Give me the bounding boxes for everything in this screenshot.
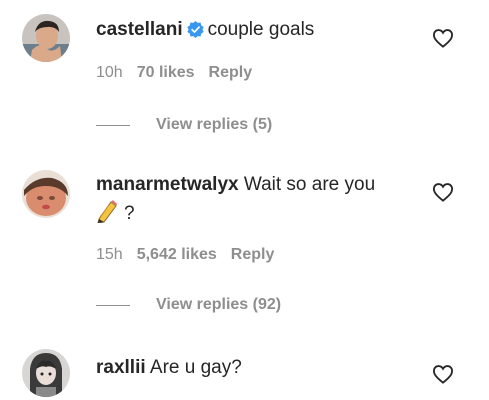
reply-button[interactable]: Reply xyxy=(231,246,275,263)
like-heart-icon[interactable] xyxy=(432,182,454,202)
comment-text: castellani couple goals xyxy=(96,16,416,47)
comment-body: Are u gay? xyxy=(149,357,242,378)
comment-item: manarmetwalyx Wait so are you ? 15h 5,642… xyxy=(0,150,489,340)
comment-body-line2: ? xyxy=(124,203,135,224)
timestamp: 10h xyxy=(96,64,123,81)
avatar[interactable] xyxy=(22,349,70,397)
replies-divider xyxy=(96,124,130,126)
likes-count[interactable]: 70 likes xyxy=(137,64,195,81)
username[interactable]: raxllii xyxy=(96,357,146,378)
avatar[interactable] xyxy=(22,170,70,218)
pencil-emoji-icon xyxy=(96,199,118,232)
comment-meta: 15h 5,642 likes Reply xyxy=(96,246,288,264)
like-heart-icon[interactable] xyxy=(432,28,454,48)
view-replies-button[interactable]: View replies (5) xyxy=(96,116,272,134)
comment-body: couple goals xyxy=(207,19,315,40)
likes-count[interactable]: 5,642 likes xyxy=(137,246,217,263)
comment-text: raxllii Are u gay? xyxy=(96,354,416,382)
like-heart-icon[interactable] xyxy=(432,364,454,384)
view-replies-label[interactable]: View replies (92) xyxy=(156,296,281,314)
verified-badge-icon xyxy=(186,19,204,47)
comment-item: castellani couple goals 10h 70 likes Reply … xyxy=(0,0,489,150)
comment-meta: 10h 70 likes Reply xyxy=(96,64,266,82)
reply-button[interactable]: Reply xyxy=(209,64,253,81)
avatar[interactable] xyxy=(22,14,70,62)
view-replies-label[interactable]: View replies (5) xyxy=(156,116,272,134)
replies-divider xyxy=(96,304,130,306)
comment-body: Wait so are you xyxy=(243,174,376,195)
username[interactable]: castellani xyxy=(96,19,183,40)
timestamp: 15h xyxy=(96,246,123,263)
comment-text: manarmetwalyx Wait so are you ? xyxy=(96,171,416,232)
view-replies-button[interactable]: View replies (92) xyxy=(96,296,281,314)
comment-item: raxllii Are u gay? xyxy=(0,340,489,400)
username[interactable]: manarmetwalyx xyxy=(96,174,239,195)
